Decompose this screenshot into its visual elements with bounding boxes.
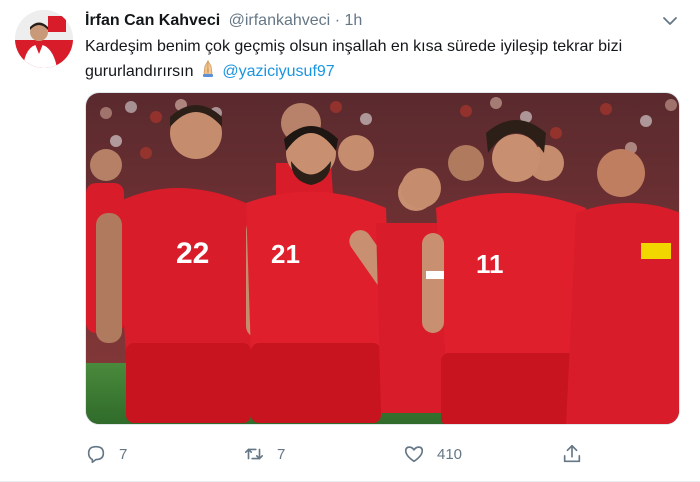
retweet-count: 7: [277, 445, 286, 463]
jersey-number-11: 11: [476, 249, 504, 279]
share-button[interactable]: [561, 440, 595, 468]
separator-dot: ·: [334, 12, 341, 29]
jersey-number-22: 22: [176, 237, 209, 270]
tweet[interactable]: İrfan Can Kahveci @irfankahveci · 1h Kar…: [0, 0, 700, 482]
folded-hands-icon: [198, 58, 218, 85]
tweet-text: Kardeşim benim çok geçmiş olsun inşallah…: [85, 35, 683, 85]
reply-icon: [87, 445, 105, 464]
like-count: 410: [437, 445, 463, 463]
avatar-image: [15, 10, 73, 68]
tweet-media-photo[interactable]: 22 21 11: [85, 92, 680, 425]
mention-link[interactable]: @yaziciyusuf97: [222, 63, 334, 80]
share-icon: [563, 444, 581, 463]
jersey-number-21: 21: [271, 239, 300, 269]
avatar[interactable]: [15, 10, 73, 68]
author-handle[interactable]: @irfankahveci: [229, 12, 331, 29]
heart-icon: [404, 446, 424, 463]
reply-count: 7: [119, 445, 128, 463]
author-name[interactable]: İrfan Can Kahveci: [85, 12, 220, 29]
retweet-button[interactable]: 7: [243, 440, 285, 468]
tweet-header: İrfan Can Kahveci @irfankahveci · 1h: [85, 10, 680, 32]
retweet-icon: [244, 448, 264, 460]
chevron-down-icon[interactable]: [660, 11, 680, 31]
tweet-body: Kardeşim benim çok geçmiş olsun inşallah…: [85, 38, 623, 80]
like-button[interactable]: 410: [403, 440, 462, 468]
tweet-timestamp[interactable]: 1h: [344, 12, 362, 29]
reply-button[interactable]: 7: [85, 440, 127, 468]
tweet-actions: 7 7 410: [85, 440, 605, 468]
team-photo: 22 21 11: [86, 93, 679, 424]
